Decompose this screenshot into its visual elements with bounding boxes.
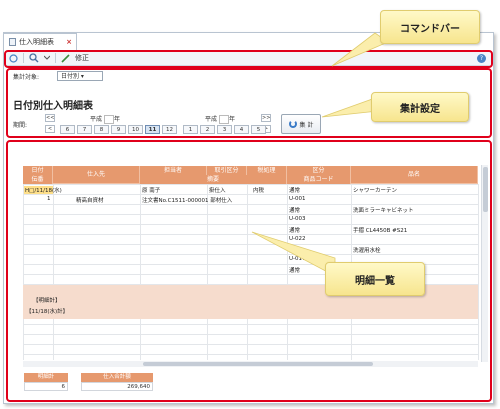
tab-label: 仕入明細表 <box>19 38 54 46</box>
close-icon[interactable]: × <box>66 38 72 46</box>
document-icon <box>9 38 16 46</box>
callout-command-bar: コマンドバー <box>380 10 480 44</box>
callout-settings: 集計設定 <box>371 92 469 122</box>
callout-details: 明細一覧 <box>325 262 425 296</box>
command-bar-highlight <box>4 50 493 68</box>
tab-purchase-details[interactable]: 仕入明細表 × <box>3 33 77 50</box>
